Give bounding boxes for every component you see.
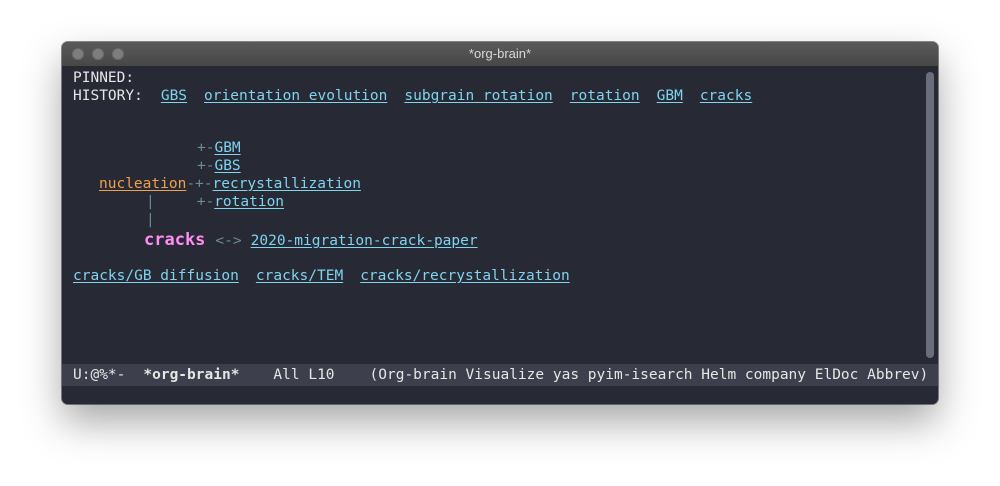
child-row: | +-rotation [146,193,284,211]
modeline-position: All L10 [273,367,335,383]
minibuffer[interactable] [62,386,938,404]
modeline-modes: (Org-brain Visualize yas pyim-isearch He… [369,367,929,383]
child-link-rotation[interactable]: rotation [214,194,284,210]
child-connector: +- [197,140,215,156]
history-label: HISTORY: [73,88,143,104]
parent-row: nucleation-+-recrystallization [99,175,361,193]
child-link-gbs[interactable]: GBS [214,158,240,174]
pinned-label: PINNED: [73,70,135,86]
history-link-orientation-evolution[interactable]: orientation evolution [204,88,387,104]
tree-trunk: | [146,194,155,210]
mode-line: U:@%*- *org-brain* All L10 (Org-brain Visua… [62,364,938,386]
parent-connector: -+- [186,176,213,192]
history-link-gbm[interactable]: GBM [657,88,683,104]
trunk-row: | [146,211,155,229]
friend-arrow: <-> [215,233,242,249]
history-link-subgrain-rotation[interactable]: subgrain rotation [404,88,552,104]
emacs-window: *org-brain* PINNED: HISTORY: GBS orientati… [62,42,938,404]
parent-link-nucleation[interactable]: nucleation [99,176,186,192]
child-connector: +- [196,194,215,210]
child-link-gbm[interactable]: GBM [214,140,240,156]
sibling-link-recrystallization[interactable]: cracks/recrystallization [360,268,570,284]
child-row: +-GBM [197,139,241,157]
window-title: *org-brain* [468,46,532,61]
modeline-state: U:@%*- [73,367,126,383]
history-link-cracks[interactable]: cracks [700,88,752,104]
child-connector: +- [197,158,215,174]
sibling-link-tem[interactable]: cracks/TEM [256,268,343,284]
history-link-gbs[interactable]: GBS [161,88,187,104]
child-link-recrystallization[interactable]: recrystallization [213,176,361,192]
tree-trunk: | [146,212,155,228]
scrollbar-thumb[interactable] [926,72,934,358]
siblings-line: cracks/GB diffusion cracks/TEM cracks/recr… [73,267,570,285]
sibling-link-gb-diffusion[interactable]: cracks/GB diffusion [73,268,239,284]
modeline-buffer-name: *org-brain* [143,367,240,383]
friend-link[interactable]: 2020-migration-crack-paper [251,233,478,249]
history-link-rotation[interactable]: rotation [570,88,640,104]
child-row: +-GBS [197,157,241,175]
focus-row: cracks <-> 2020-migration-crack-paper [144,229,478,251]
scrollbar[interactable] [926,72,934,358]
pinned-line: PINNED: [73,69,134,87]
org-brain-buffer[interactable]: PINNED: HISTORY: GBS orientation evolution… [62,67,922,363]
history-line: HISTORY: GBS orientation evolution subgrain… [73,87,752,105]
title-bar: *org-brain* [62,42,938,67]
focus-entry-title: cracks [144,230,206,250]
